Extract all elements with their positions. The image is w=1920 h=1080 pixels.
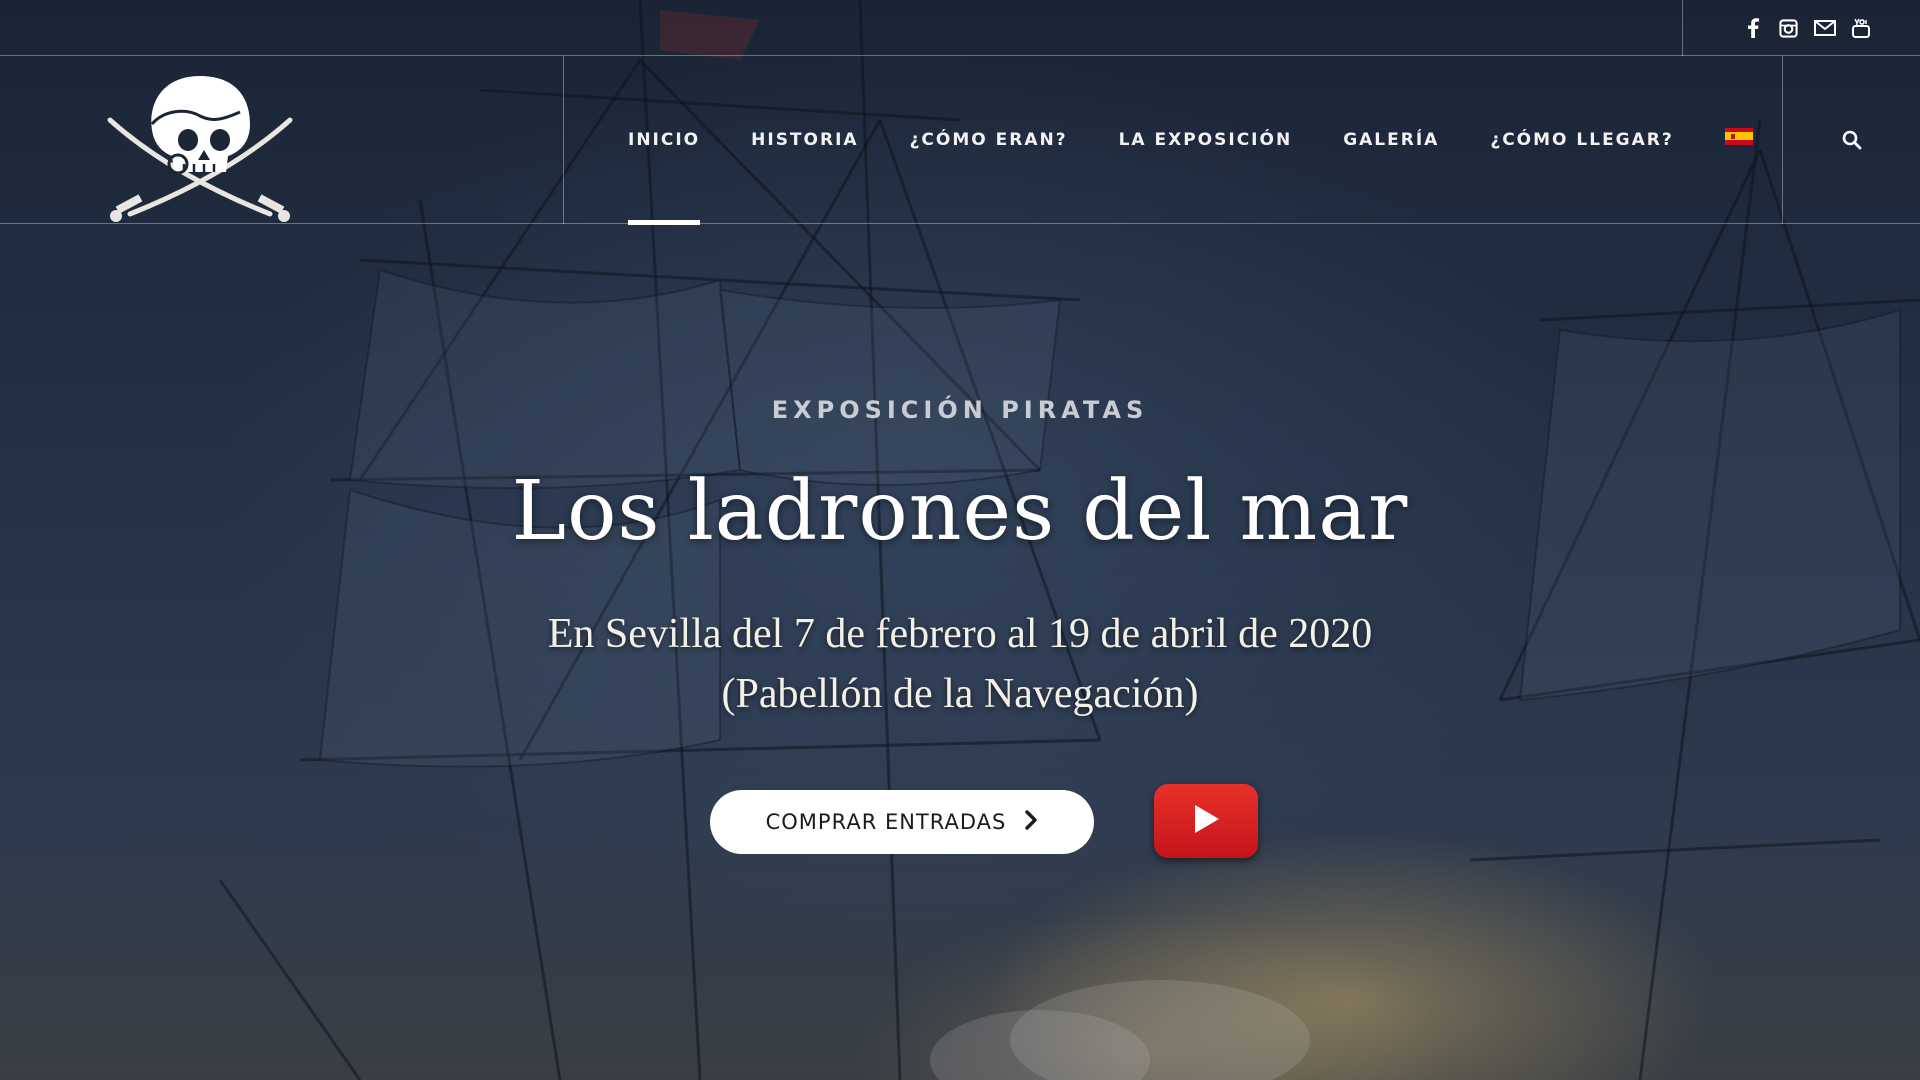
search-area: [1782, 56, 1920, 224]
hero-title: Los ladrones del mar: [511, 464, 1409, 559]
hero-eyebrow: EXPOSICIÓN PIRATAS: [771, 396, 1149, 424]
page: INICIO HISTORIA ¿CÓMO ERAN? LA EXPOSICIÓ…: [0, 0, 1920, 1080]
nav-item-la-exposicion[interactable]: LA EXPOSICIÓN: [1119, 56, 1293, 224]
instagram-icon[interactable]: [1778, 17, 1800, 39]
nav-label: ¿CÓMO LLEGAR?: [1490, 130, 1674, 150]
skull-crossed-swords-logo[interactable]: [100, 64, 300, 224]
play-icon: [1191, 803, 1221, 839]
nav-label: GALERÍA: [1343, 130, 1440, 150]
nav-label: LA EXPOSICIÓN: [1118, 130, 1293, 150]
buy-tickets-label: COMPRAR ENTRADAS: [765, 810, 1007, 834]
mail-icon[interactable]: [1813, 17, 1836, 39]
nav-label: ¿CÓMO ERAN?: [909, 130, 1068, 150]
nav-item-galeria[interactable]: GALERÍA: [1343, 56, 1439, 224]
spain-flag-icon[interactable]: [1724, 127, 1753, 145]
hero-dates: En Sevilla del 7 de febrero al 19 de abr…: [547, 611, 1373, 657]
logo-area: [0, 56, 564, 224]
social-links: [1682, 0, 1920, 56]
nav-item-historia[interactable]: HISTORIA: [751, 56, 858, 224]
hero-section: EXPOSICIÓN PIRATAS Los ladrones del mar …: [0, 224, 1920, 1080]
youtube-play-button[interactable]: [1154, 784, 1258, 858]
nav-label: INICIO: [628, 130, 701, 150]
nav-item-inicio[interactable]: INICIO: [628, 56, 701, 225]
cta-row: COMPRAR ENTRADAS: [0, 784, 1920, 860]
search-icon[interactable]: [1838, 126, 1866, 154]
nav-item-como-eran[interactable]: ¿CÓMO ERAN?: [910, 56, 1068, 224]
hero-venue: (Pabellón de la Navegación): [721, 671, 1199, 717]
main-navigation: INICIO HISTORIA ¿CÓMO ERAN? LA EXPOSICIÓ…: [564, 56, 1782, 225]
buy-tickets-button[interactable]: COMPRAR ENTRADAS: [710, 790, 1094, 854]
facebook-icon[interactable]: [1742, 17, 1764, 39]
chevron-right-icon: [1024, 809, 1038, 835]
hero-subtitle: En Sevilla del 7 de febrero al 19 de abr…: [0, 604, 1920, 724]
nav-label: HISTORIA: [751, 130, 859, 150]
top-utility-bar: [0, 0, 1920, 56]
main-header: INICIO HISTORIA ¿CÓMO ERAN? LA EXPOSICIÓ…: [0, 56, 1920, 225]
nav-item-como-llegar[interactable]: ¿CÓMO LLEGAR?: [1490, 56, 1673, 224]
youtube-icon[interactable]: [1850, 17, 1872, 39]
